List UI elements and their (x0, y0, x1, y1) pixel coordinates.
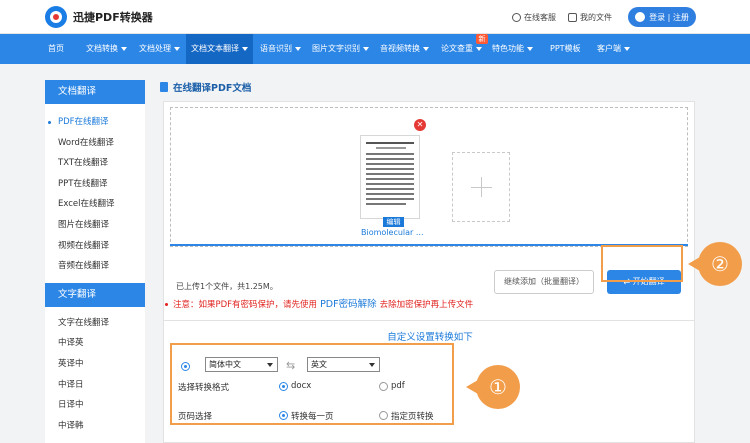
chevron-down-icon (527, 46, 533, 51)
password-notice: 注意：如果PDF有密码保护，请先使用 PDF密码解除 去除加密保护再上传文件 (165, 296, 473, 310)
nav-item-av-convert[interactable]: 音视频转换 (380, 34, 429, 64)
nav-item-doc-process[interactable]: 文档处理 (139, 34, 180, 64)
nav-label: 首页 (48, 44, 64, 53)
nav-label: 文档处理 (139, 44, 171, 53)
online-service-link[interactable]: 在线客服 (512, 12, 556, 23)
main-nav: 首页 文档转换 文档处理 文档文本翻译 语音识别 图片文字识别 音视频转换 论文… (0, 34, 750, 64)
nav-label: 语音识别 (260, 44, 292, 53)
new-badge: 新 (476, 34, 488, 44)
sidebar-item-ja-zh[interactable]: 日译中 (45, 395, 145, 416)
login-button[interactable]: 登录 | 注册 (628, 7, 696, 27)
chevron-down-icon (295, 46, 301, 51)
sidebar-item-ppt[interactable]: PPT在线翻译 (45, 174, 145, 195)
nav-label: 文档文本翻译 (191, 44, 239, 53)
nav-item-features[interactable]: 特色功能 (492, 34, 533, 64)
document-icon (160, 82, 168, 92)
headset-icon (512, 13, 521, 22)
sidebar-item-image[interactable]: 图片在线翻译 (45, 215, 145, 236)
nav-label: 音视频转换 (380, 44, 420, 53)
notice-prefix: 注意：如果PDF有密码保护，请先使用 (173, 300, 318, 310)
sidebar-item-zh-ja[interactable]: 中译日 (45, 375, 145, 396)
nav-item-doc-convert[interactable]: 文档转换 (86, 34, 127, 64)
chevron-down-icon (174, 46, 180, 51)
notice-suffix: 去除加密保护再上传文件 (379, 300, 474, 310)
sidebar-item-excel[interactable]: Excel在线翻译 (45, 194, 145, 215)
sidebar-item-video[interactable]: 视频在线翻译 (45, 236, 145, 257)
sidebar-item-audio[interactable]: 音频在线翻译 (45, 256, 145, 277)
chevron-down-icon (476, 46, 482, 51)
chevron-down-icon (121, 46, 127, 51)
user-icon (635, 12, 646, 22)
nav-item-home[interactable]: 首页 (48, 34, 64, 64)
nav-item-client[interactable]: 客户端 (597, 34, 630, 64)
logo-icon (45, 6, 67, 28)
page-title-text: 在线翻译PDF文档 (173, 83, 252, 94)
upload-status-text: 已上传1个文件，共1.25M。 (176, 282, 278, 291)
my-files-label: 我的文件 (580, 13, 612, 22)
sidebar-item-zh-ko[interactable]: 中译韩 (45, 416, 145, 437)
sidebar: 文档翻译 PDF在线翻译 Word在线翻译 TXT在线翻译 PPT在线翻译 Ex… (45, 80, 145, 443)
file-name: Biomolecular ... (361, 228, 424, 237)
chevron-down-icon (242, 46, 248, 51)
chevron-down-icon (624, 46, 630, 51)
upload-drop-area[interactable]: ✕ 编辑 Biomolecular ... (170, 107, 688, 247)
nav-label: 特色功能 (492, 44, 524, 53)
sidebar-section-text-translate: 文字翻译 (45, 282, 145, 307)
nav-item-ocr[interactable]: 图片文字识别 (312, 34, 369, 64)
start-button-highlight (601, 245, 683, 282)
sidebar-item-pdf[interactable]: PDF在线翻译 (45, 112, 145, 133)
nav-item-translate[interactable]: 文档文本翻译 (186, 34, 253, 64)
edit-file-button[interactable]: 编辑 (383, 217, 404, 227)
pdf-unlock-link[interactable]: PDF密码解除 (320, 299, 377, 310)
sidebar-item-text-online[interactable]: 文字在线翻译 (45, 313, 145, 334)
my-files-link[interactable]: 我的文件 (568, 12, 612, 23)
sidebar-item-zh-en[interactable]: 中译英 (45, 333, 145, 354)
nav-label: 论文查重 (441, 44, 473, 53)
chevron-down-icon (423, 46, 429, 51)
chevron-down-icon (363, 46, 369, 51)
callout-step-2: ② (688, 242, 742, 286)
nav-label: 客户端 (597, 44, 621, 53)
sidebar-section-doc-translate: 文档翻译 (45, 80, 145, 104)
logo-text: 迅捷PDF转换器 (73, 11, 153, 24)
nav-item-ppt[interactable]: PPT模板 (550, 34, 581, 64)
top-header: 迅捷PDF转换器 在线客服 我的文件 登录 | 注册 (0, 0, 750, 34)
pdf-thumbnail[interactable] (360, 135, 420, 219)
continue-add-button[interactable]: 继续添加（批量翻译） (494, 270, 594, 294)
login-label: 登录 | 注册 (649, 12, 689, 22)
bullet-dot (165, 303, 168, 306)
online-service-label: 在线客服 (524, 13, 556, 22)
page-title: 在线翻译PDF文档 (160, 80, 251, 94)
file-icon (568, 13, 577, 22)
callout-step-1: ① (466, 365, 520, 409)
delete-file-icon[interactable]: ✕ (414, 119, 426, 131)
nav-item-speech[interactable]: 语音识别 (260, 34, 301, 64)
nav-label: 图片文字识别 (312, 44, 360, 53)
nav-label: 文档转换 (86, 44, 118, 53)
sidebar-item-en-zh[interactable]: 英译中 (45, 354, 145, 375)
nav-label: PPT模板 (550, 44, 581, 53)
site-logo[interactable]: 迅捷PDF转换器 (45, 6, 153, 28)
sidebar-item-txt[interactable]: TXT在线翻译 (45, 153, 145, 174)
sidebar-item-word[interactable]: Word在线翻译 (45, 133, 145, 154)
settings-title: 自定义设置转换如下 (387, 332, 473, 343)
add-file-button[interactable] (452, 152, 510, 222)
settings-highlight (170, 343, 454, 425)
